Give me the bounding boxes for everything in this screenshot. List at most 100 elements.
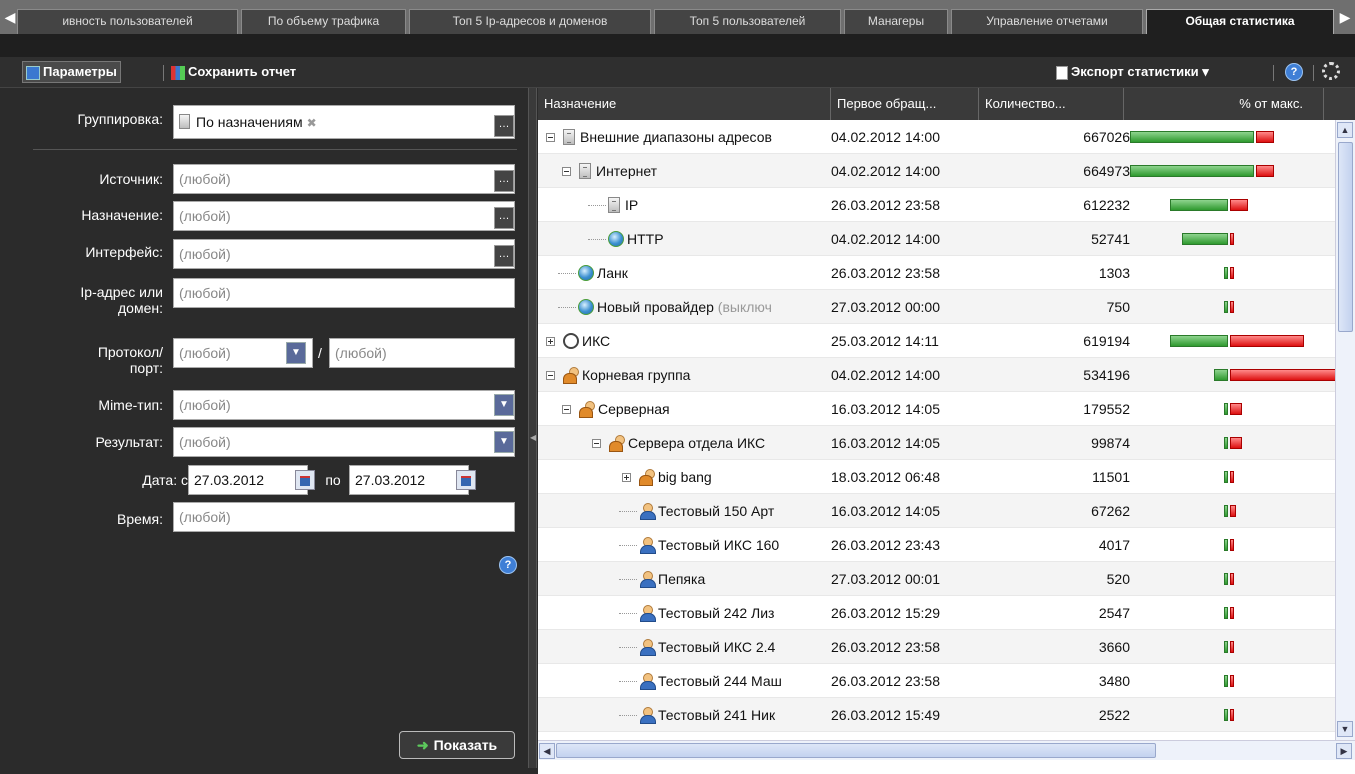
params-button[interactable]: Параметры — [22, 61, 121, 83]
count-cell: 667026 — [1083, 129, 1130, 145]
table-row[interactable]: Тестовый 150 Арт 16.03.2012 14:05 67262 — [538, 494, 1335, 528]
result-dropdown-icon[interactable]: ▼ — [494, 431, 514, 453]
grid-footer — [538, 760, 1355, 774]
collapse-icon[interactable] — [562, 405, 571, 414]
tab-managers[interactable]: Манагеры — [844, 9, 948, 34]
column-count[interactable]: Количество... — [979, 88, 1124, 120]
percent-bar-green — [1224, 437, 1228, 449]
save-report-button[interactable]: Сохранить отчет — [171, 63, 296, 81]
table-row[interactable]: big bang 18.03.2012 06:48 11501 — [538, 460, 1335, 494]
mime-select[interactable]: (любой) — [173, 390, 515, 420]
date-from-input[interactable]: 27.03.2012 — [188, 465, 308, 495]
result-select[interactable]: (любой) — [173, 427, 515, 457]
scroll-right-icon[interactable]: ▶ — [1336, 743, 1352, 759]
protocol-dropdown-icon[interactable]: ▼ — [286, 342, 306, 364]
table-row[interactable]: Тестовый 241 Ник 26.03.2012 15:49 2522 — [538, 698, 1335, 732]
tree-connector — [619, 545, 637, 546]
table-row[interactable]: Сервера отдела ИКС 16.03.2012 14:05 99874 — [538, 426, 1335, 460]
table-row[interactable]: Интернет 04.02.2012 14:00 664973 — [538, 154, 1335, 188]
table-row[interactable]: Тестовый 242 Лиз 26.03.2012 15:29 2547 — [538, 596, 1335, 630]
percent-bar-green — [1224, 709, 1228, 721]
export-statistics-button[interactable]: Экспорт статистики ▾ — [1056, 63, 1209, 81]
collapse-icon[interactable] — [592, 439, 601, 448]
column-percent-max[interactable]: % от макс. — [1124, 88, 1324, 120]
collapse-icon[interactable] — [546, 133, 555, 142]
calendar-to-icon[interactable] — [456, 470, 476, 490]
table-row[interactable]: Тестовый ИКС 2.4 26.03.2012 23:58 3660 — [538, 630, 1335, 664]
collapse-icon[interactable] — [546, 371, 555, 380]
tab-top5-ip[interactable]: Топ 5 Ip-адресов и доменов — [409, 9, 651, 34]
vertical-scrollbar[interactable]: ▲ ▼ — [1335, 120, 1355, 740]
tab-general-statistics[interactable]: Общая статистика — [1146, 9, 1334, 34]
ip-domain-input[interactable]: (любой) — [173, 278, 515, 308]
count-cell: 619194 — [1083, 333, 1130, 349]
grouping-field[interactable]: По назначениям ✖ — [173, 105, 515, 139]
destination-picker-button[interactable]: … — [494, 207, 514, 229]
tab-scroll-right-icon[interactable]: ▶ — [1338, 9, 1352, 25]
interface-input[interactable]: (любой) — [173, 239, 515, 269]
date-to-input[interactable]: 27.03.2012 — [349, 465, 469, 495]
expand-icon[interactable] — [622, 473, 631, 482]
grouping-picker-button[interactable]: … — [494, 115, 514, 137]
column-destination[interactable]: Назначение — [538, 88, 831, 120]
table-row[interactable]: Тестовый 245 Иль 26.03.2012 23:593562 — [538, 732, 1335, 740]
count-cell: 2547 — [1098, 605, 1130, 621]
scroll-up-icon[interactable]: ▲ — [1337, 122, 1353, 138]
table-row[interactable]: Внешние диапазоны адресов 04.02.2012 14:0… — [538, 120, 1335, 154]
user-icon — [639, 639, 656, 656]
source-input[interactable]: (любой) — [173, 164, 515, 194]
collapse-arrow-icon[interactable]: ◀ — [530, 433, 536, 442]
horizontal-scrollbar[interactable]: ◀ ▶ — [538, 740, 1355, 760]
table-row[interactable]: IP 26.03.2012 23:58 612232 — [538, 188, 1335, 222]
node-label: Тестовый 242 Лиз — [658, 596, 774, 630]
tab-traffic-volume[interactable]: По объему трафика — [241, 9, 406, 34]
column-first-access[interactable]: Первое обращ... — [831, 88, 979, 120]
show-button[interactable]: ➜ Показать — [399, 731, 515, 759]
first-access-cell: 04.02.2012 14:00 — [831, 163, 940, 179]
interface-picker-button[interactable]: … — [494, 245, 514, 267]
table-row[interactable]: Серверная 16.03.2012 14:05 179552 — [538, 392, 1335, 426]
table-row[interactable]: Пепяка 27.03.2012 00:01 520 — [538, 562, 1335, 596]
table-row[interactable]: ИКС 25.03.2012 14:11 619194 — [538, 324, 1335, 358]
tab-scroll-left-icon[interactable]: ◀ — [3, 9, 17, 25]
table-row[interactable]: HTTP 04.02.2012 14:00 52741 — [538, 222, 1335, 256]
expand-icon[interactable] — [546, 337, 555, 346]
destination-input[interactable]: (любой) — [173, 201, 515, 231]
first-access-cell: 26.03.2012 23:58 — [831, 265, 940, 281]
time-input[interactable]: (любой) — [173, 502, 515, 532]
table-row[interactable]: Новый провайдер (выключ 27.03.2012 00:00 7… — [538, 290, 1335, 324]
panel-splitter[interactable]: ◀ — [528, 88, 537, 768]
tab-report-management[interactable]: Управление отчетами — [951, 9, 1143, 34]
tab-user-activity[interactable]: ивность пользователей — [17, 9, 238, 34]
destination-cell: Ланк — [538, 256, 828, 290]
table-row[interactable]: Корневая группа 04.02.2012 14:00 534196 — [538, 358, 1335, 392]
source-label: Источник: — [99, 171, 163, 187]
first-access-cell: 26.03.2012 23:43 — [831, 537, 940, 553]
percent-bar-cell — [1130, 630, 1335, 664]
mime-dropdown-icon[interactable]: ▼ — [494, 394, 514, 416]
help-icon[interactable]: ? — [499, 556, 517, 574]
destination-cell: Тестовый 150 Арт — [538, 494, 828, 528]
settings-icon[interactable] — [1322, 62, 1340, 80]
percent-bar-red — [1230, 437, 1242, 449]
params-icon — [26, 65, 40, 80]
help-icon[interactable]: ? — [1285, 63, 1303, 81]
percent-bar-green — [1224, 301, 1228, 313]
table-row[interactable]: Ланк 26.03.2012 23:58 1303 — [538, 256, 1335, 290]
tab-top5-users[interactable]: Топ 5 пользователей — [654, 9, 841, 34]
count-cell: 3480 — [1098, 673, 1130, 689]
scroll-down-icon[interactable]: ▼ — [1337, 721, 1353, 737]
scroll-left-icon[interactable]: ◀ — [539, 743, 555, 759]
remove-chip-icon[interactable]: ✖ — [307, 116, 317, 130]
horizontal-scroll-thumb[interactable] — [556, 743, 1156, 758]
table-row[interactable]: Тестовый 244 Маш 26.03.2012 23:58 3480 — [538, 664, 1335, 698]
vertical-scroll-thumb[interactable] — [1338, 142, 1353, 332]
calendar-from-icon[interactable] — [295, 470, 315, 490]
collapse-icon[interactable] — [562, 167, 571, 176]
destination-cell: Сервера отдела ИКС — [538, 426, 828, 460]
table-row[interactable]: Тестовый ИКС 160 26.03.2012 23:43 4017 — [538, 528, 1335, 562]
port-input[interactable]: (любой) — [329, 338, 515, 368]
destination-cell: Тестовый ИКС 2.4 — [538, 630, 828, 664]
source-picker-button[interactable]: … — [494, 170, 514, 192]
node-name: Сервера отдела ИКС — [628, 435, 766, 451]
